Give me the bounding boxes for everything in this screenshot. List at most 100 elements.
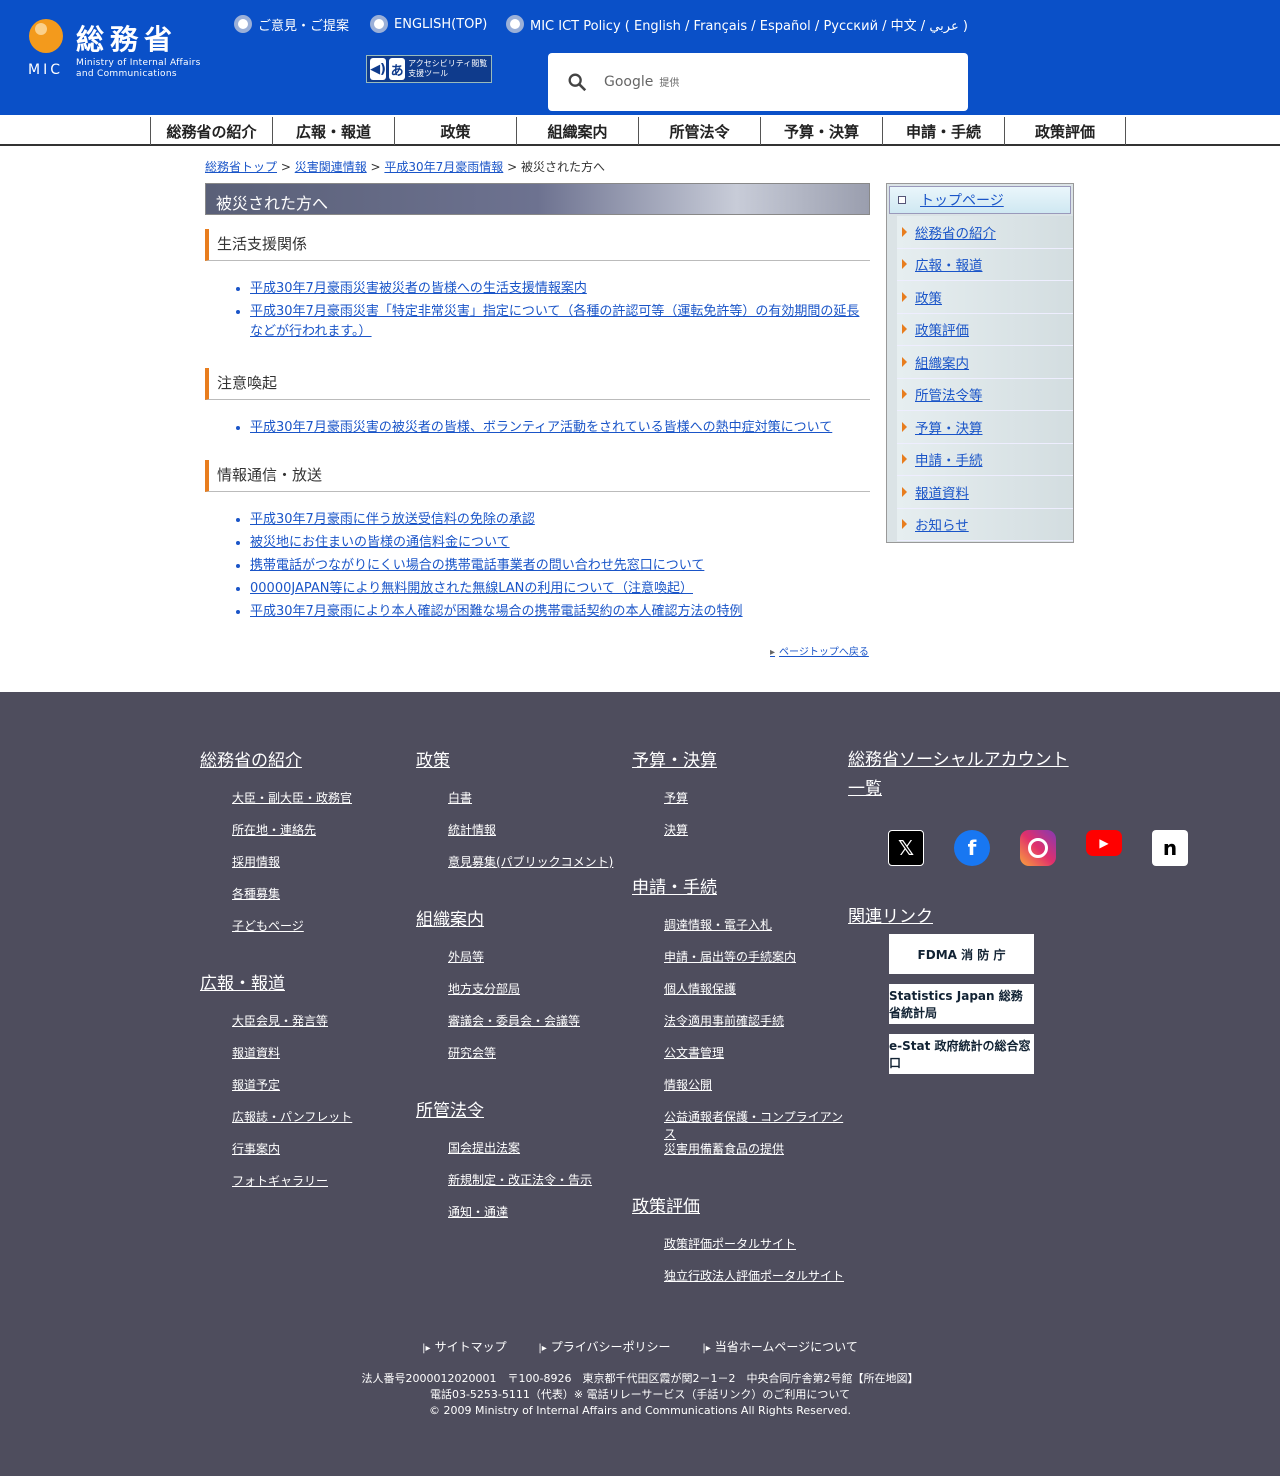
note-icon[interactable]: n xyxy=(1152,830,1188,866)
content-link[interactable]: 携帯電話がつながりにくい場合の携帯電話事業者の問い合わせ先窓口について xyxy=(250,558,704,573)
statistics-japan-banner[interactable]: Statistics Japan 総務省統計局 xyxy=(889,984,1034,1024)
side-top-link[interactable]: トップページ xyxy=(889,186,1071,214)
footer-link[interactable]: 研究会等 xyxy=(448,1044,613,1076)
instagram-icon[interactable] xyxy=(1020,830,1056,866)
footer-link[interactable]: 外局等 xyxy=(448,948,613,980)
footer-link[interactable]: 国会提出法案 xyxy=(448,1139,613,1171)
side-item[interactable]: 報道資料 xyxy=(897,476,1073,509)
footer-link[interactable]: 公文書管理 xyxy=(664,1044,847,1076)
mic-logo[interactable]: 総務省 MIC Ministry of Internal Affairs and … xyxy=(26,12,211,82)
footer-link[interactable]: 決算 xyxy=(664,821,847,853)
footer-link[interactable]: 大臣・副大臣・政務官 xyxy=(232,789,352,821)
footer-link[interactable]: 予算 xyxy=(664,789,847,821)
gnav-item[interactable]: 広報・報道 xyxy=(272,117,394,145)
footer-link[interactable]: フォトギャラリー xyxy=(232,1172,352,1204)
estat-banner[interactable]: e-Stat 政府統計の総合窓口 xyxy=(889,1034,1034,1074)
fdma-banner[interactable]: FDMA 消 防 庁 xyxy=(889,934,1034,974)
footer-link[interactable]: 統計情報 xyxy=(448,821,613,853)
gnav-item[interactable]: 政策評価 xyxy=(1004,117,1126,145)
section-heading: 注意喚起 xyxy=(205,368,870,400)
content-link[interactable]: 平成30年7月豪雨に伴う放送受信料の免除の承認 xyxy=(250,512,535,527)
footer-heading[interactable]: 総務省ソーシャルアカウント一覧 xyxy=(848,746,1078,804)
content-link[interactable]: 00000JAPAN等により無料開放された無線LANの利用について（注意喚起） xyxy=(250,581,693,596)
accessibility-tool-button[interactable]: ◀) あ アクセシビリティ閲覧支援ツール xyxy=(366,55,492,83)
content-link[interactable]: 平成30年7月豪雨災害被災者の皆様への生活支援情報案内 xyxy=(250,281,587,296)
privacy-link[interactable]: プライバシーポリシー xyxy=(538,1340,670,1354)
gnav-item[interactable]: 申請・手続 xyxy=(882,117,1004,145)
footer-link[interactable]: 各種募集 xyxy=(232,885,352,917)
footer-heading[interactable]: 政策評価 xyxy=(632,1192,847,1217)
footer-heading[interactable]: 申請・手続 xyxy=(632,873,847,898)
facebook-icon[interactable]: f xyxy=(954,830,990,866)
footer-link[interactable]: 法令適用事前確認手続 xyxy=(664,1012,847,1044)
footer-link[interactable]: 採用情報 xyxy=(232,853,352,885)
footer-link[interactable]: 申請・届出等の手続案内 xyxy=(664,948,847,980)
side-item[interactable]: 政策 xyxy=(897,281,1073,314)
footer-link[interactable]: 個人情報保護 xyxy=(664,980,847,1012)
side-item[interactable]: お知らせ xyxy=(897,508,1073,541)
opinion-link[interactable]: ご意見・ご提案 xyxy=(234,15,349,34)
logo-jp-text: 総務省 xyxy=(76,23,179,56)
content-link[interactable]: 平成30年7月豪雨災害の被災者の皆様、ボランティア活動をされている皆様への熱中症… xyxy=(250,420,832,435)
footer-link[interactable]: 所在地・連絡先 xyxy=(232,821,352,853)
footer-link[interactable]: 意見募集(パブリックコメント) xyxy=(448,853,613,885)
footer-link[interactable]: 地方支分部局 xyxy=(448,980,613,1012)
footer-col: 総務省ソーシャルアカウント一覧 xyxy=(848,746,1078,822)
footer-link[interactable]: 審議会・委員会・会議等 xyxy=(448,1012,613,1044)
search-box[interactable]: Google 提供 xyxy=(548,53,968,111)
arrow-right-icon xyxy=(902,356,907,367)
gnav-item[interactable]: 総務省の紹介 xyxy=(150,117,272,145)
footer-link[interactable]: 行事案内 xyxy=(232,1140,352,1172)
footer-link[interactable]: 新規制定・改正法令・告示 xyxy=(448,1171,613,1203)
youtube-icon[interactable]: ▶ xyxy=(1086,830,1122,856)
footer-link[interactable]: 公益通報者保護・コンプライアンス xyxy=(664,1108,847,1141)
footer-link[interactable]: 報道資料 xyxy=(232,1044,352,1076)
search-icon xyxy=(568,73,587,92)
footer-link[interactable]: 災害用備蓄食品の提供 xyxy=(664,1140,847,1172)
gnav-item[interactable]: 予算・決算 xyxy=(760,117,882,145)
footer-heading[interactable]: 所管法令 xyxy=(416,1096,613,1121)
breadcrumb-current: 被災された方へ xyxy=(521,160,606,174)
arrow-right-icon xyxy=(902,324,907,335)
side-item[interactable]: 組織案内 xyxy=(897,346,1073,379)
side-item[interactable]: 申請・手続 xyxy=(897,443,1073,476)
footer-heading[interactable]: 組織案内 xyxy=(416,905,613,930)
footer-link[interactable]: 調達情報・電子入札 xyxy=(664,916,847,948)
list-item: 被災地にお住まいの皆様の通信料金について xyxy=(250,533,870,553)
content-link[interactable]: 平成30年7月豪雨災害「特定非常災害」指定について（各種の許認可等（運転免許等）… xyxy=(250,304,859,339)
footer-heading[interactable]: 予算・決算 xyxy=(632,746,847,771)
footer-heading[interactable]: 政策 xyxy=(416,746,613,771)
gnav-item[interactable]: 所管法令 xyxy=(638,117,760,145)
gnav-item[interactable]: 政策 xyxy=(394,117,516,145)
footer-link[interactable]: 白書 xyxy=(448,789,613,821)
ict-policy-link[interactable]: MIC ICT Policy ( English / Français / Es… xyxy=(506,15,968,34)
breadcrumb-link[interactable]: 平成30年7月豪雨情報 xyxy=(384,160,503,174)
side-item[interactable]: 広報・報道 xyxy=(897,248,1073,281)
page-top-link[interactable]: ページトップへ戻る xyxy=(770,643,869,658)
breadcrumb-link[interactable]: 総務省トップ xyxy=(205,160,277,174)
list-item: 平成30年7月豪雨災害の被災者の皆様、ボランティア活動をされている皆様への熱中症… xyxy=(250,418,870,438)
about-site-link[interactable]: 当省ホームページについて xyxy=(702,1340,857,1354)
footer-heading[interactable]: 総務省の紹介 xyxy=(200,746,352,771)
footer-link[interactable]: 大臣会見・発言等 xyxy=(232,1012,352,1044)
footer-link[interactable]: 報道予定 xyxy=(232,1076,352,1108)
footer-link[interactable]: 通知・通達 xyxy=(448,1203,613,1235)
side-item[interactable]: 所管法令等 xyxy=(897,378,1073,411)
content-link[interactable]: 平成30年7月豪雨により本人確認が困難な場合の携帯電話契約の本人確認方法の特例 xyxy=(250,604,743,619)
footer-link[interactable]: 政策評価ポータルサイト xyxy=(664,1235,847,1267)
footer-heading[interactable]: 関連リンク xyxy=(848,902,933,927)
english-top-link[interactable]: ENGLISH(TOP) xyxy=(370,15,487,33)
footer-link[interactable]: 広報誌・パンフレット xyxy=(232,1108,352,1140)
footer-link[interactable]: 子どもページ xyxy=(232,917,352,949)
side-item[interactable]: 政策評価 xyxy=(897,313,1073,346)
breadcrumb-link[interactable]: 災害関連情報 xyxy=(295,160,367,174)
side-item[interactable]: 予算・決算 xyxy=(897,411,1073,444)
x-icon[interactable]: 𝕏 xyxy=(888,830,924,866)
sitemap-link[interactable]: サイトマップ xyxy=(422,1340,506,1354)
footer-heading[interactable]: 広報・報道 xyxy=(200,969,352,994)
footer-link[interactable]: 独立行政法人評価ポータルサイト xyxy=(664,1267,847,1299)
gnav-item[interactable]: 組織案内 xyxy=(516,117,638,145)
footer-link[interactable]: 情報公開 xyxy=(664,1076,847,1108)
side-item[interactable]: 総務省の紹介 xyxy=(897,216,1073,249)
content-link[interactable]: 被災地にお住まいの皆様の通信料金について xyxy=(250,535,510,550)
